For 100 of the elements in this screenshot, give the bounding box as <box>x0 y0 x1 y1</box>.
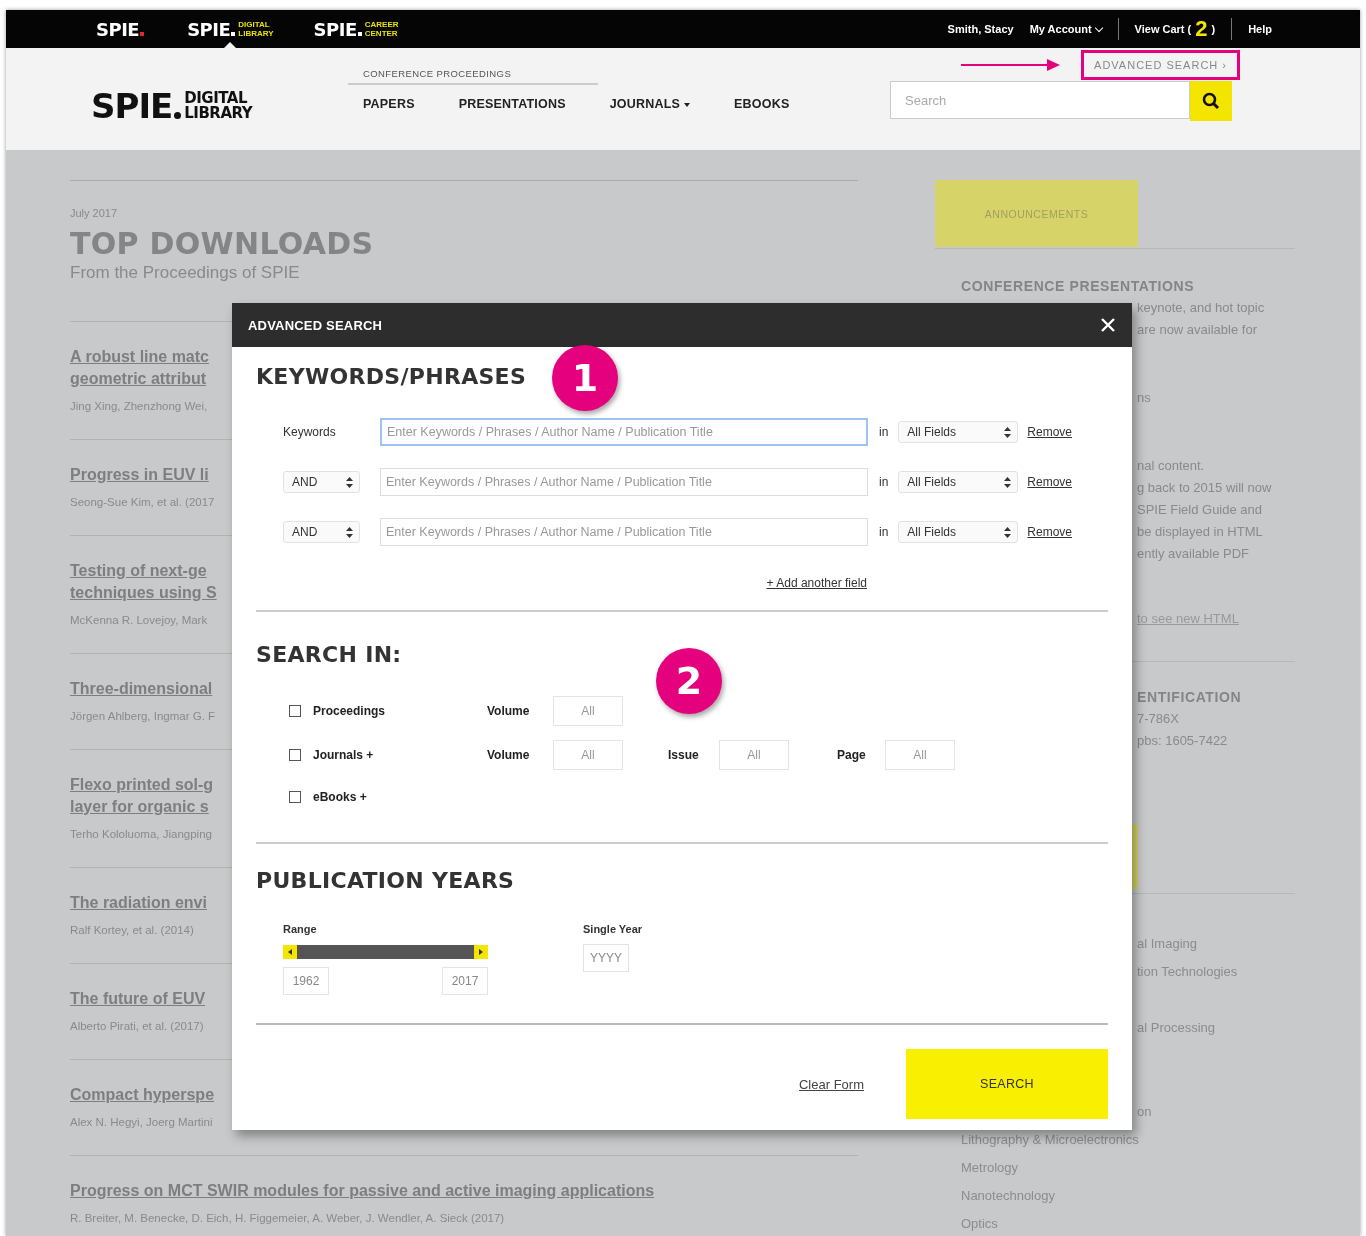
article-authors: Alberto Pirati, et al. (2017) <box>70 1019 204 1034</box>
article-title-link[interactable]: A robust line matc <box>70 346 209 368</box>
single-year-label: Single Year <box>583 922 643 936</box>
remove-link[interactable]: Remove <box>1027 475 1073 489</box>
search-field[interactable]: Search <box>890 81 1190 119</box>
number-field[interactable]: All <box>553 740 623 770</box>
operator-select[interactable]: AND <box>283 521 360 543</box>
topic-link[interactable]: tion Technologies <box>1137 958 1238 986</box>
sidebar-heading: CONFERENCE PRESENTATIONS <box>961 277 1195 296</box>
updown-icon <box>346 476 353 488</box>
date-label: July 2017 <box>70 206 119 221</box>
article-authors: Jing Xing, Zhenzhong Wei, <box>70 399 208 414</box>
article-authors: Alex N. Hegyi, Joerg Martini <box>70 1115 213 1130</box>
field-select[interactable]: All Fields <box>898 471 1019 493</box>
article-authors: Ralf Kortey, et al. (2014) <box>70 923 194 938</box>
operator-select[interactable]: AND <box>283 471 360 493</box>
add-field-link[interactable]: + Add another field <box>766 576 867 590</box>
slider-handle[interactable] <box>283 945 297 959</box>
article-title-link[interactable]: geometric attribut <box>70 368 206 390</box>
close-icon[interactable] <box>1100 317 1116 333</box>
field-select[interactable]: All Fields <box>898 521 1019 543</box>
keyword-field[interactable]: Enter Keywords / Phrases / Author Name / Publication Title <box>380 418 868 446</box>
updown-icon <box>1004 476 1012 488</box>
article-title-link[interactable]: Testing of next-ge <box>70 560 207 582</box>
checkbox[interactable] <box>289 705 301 717</box>
dialog-title: ADVANCED SEARCH <box>248 317 383 333</box>
article-authors: McKenna R. Lovejoy, Mark <box>70 613 208 628</box>
remove-link[interactable]: Remove <box>1027 425 1073 439</box>
banner-edge <box>1132 824 1138 889</box>
sidebar-text: nal content. <box>1137 457 1205 475</box>
number-field[interactable]: All <box>553 696 623 726</box>
article-title-link[interactable]: Three-dimensional <box>70 678 213 700</box>
range-label: Range <box>283 922 318 936</box>
advanced-search-link[interactable]: ADVANCED SEARCH › <box>1081 50 1240 80</box>
range-slider[interactable] <box>283 945 488 959</box>
search-button[interactable] <box>1190 81 1232 121</box>
checkbox[interactable] <box>289 749 301 761</box>
nav-link[interactable]: PAPERS <box>363 97 415 111</box>
year-to-field[interactable]: 2017 <box>442 967 488 995</box>
in-label: in <box>879 525 889 539</box>
sidebar-text: keynote, and hot topic <box>1137 299 1265 317</box>
article-title-link[interactable]: The future of EUV <box>70 988 206 1010</box>
field-label: Keywords <box>283 425 337 439</box>
topic-link[interactable]: Metrology <box>961 1154 1019 1182</box>
article-title-link[interactable]: The radiation envi <box>70 892 207 914</box>
article-title-link[interactable]: Progress on MCT SWIR modules for passive and active imaging applications <box>70 1180 655 1202</box>
sidebar-text: ns <box>1137 389 1151 407</box>
checkbox-label: eBooks + <box>313 790 367 804</box>
article-authors: Seong-Sue Kim, et al. (2017 <box>70 495 215 510</box>
article-title-link[interactable]: Progress in EUV li <box>70 464 209 486</box>
topic-link[interactable]: al Imaging <box>1137 930 1197 958</box>
sidebar-text: are now available for <box>1137 321 1257 339</box>
checkbox-label: Proceedings <box>313 704 386 718</box>
field-label: Volume <box>487 748 531 762</box>
site-logo-link[interactable]: SPIE <box>90 10 154 48</box>
slider-handle[interactable] <box>474 945 488 959</box>
number-field[interactable]: All <box>719 740 789 770</box>
topic-link[interactable]: al Processing <box>1137 1014 1216 1042</box>
nav-link[interactable]: EBOOKS <box>734 97 790 111</box>
sidebar-text: ently available PDF <box>1137 545 1249 563</box>
topic-link[interactable]: Nanotechnology <box>961 1182 1055 1210</box>
search-submit-button[interactable]: SEARCH <box>906 1049 1108 1119</box>
updown-icon <box>1004 426 1012 438</box>
keyword-field[interactable]: Enter Keywords / Phrases / Author Name / Publication Title <box>380 518 868 546</box>
help-link[interactable]: Help <box>1248 23 1272 35</box>
section-heading: PUBLICATION YEARS <box>256 868 515 894</box>
nav-group-label: CONFERENCE PROCEEDINGS <box>348 68 598 85</box>
checkbox-label: Journals + <box>313 748 374 762</box>
keyword-field[interactable]: Enter Keywords / Phrases / Author Name / Publication Title <box>380 468 868 496</box>
article-authors: Terho Kololuoma, Jiangping <box>70 827 212 842</box>
sidebar-text: 7-786X <box>1137 710 1179 728</box>
year-from-field[interactable]: 1962 <box>283 967 329 995</box>
article-title-link[interactable]: Compact hyperspe <box>70 1084 215 1106</box>
updown-icon <box>346 526 353 538</box>
topic-link[interactable]: Lithography & Microelectronics <box>961 1126 1139 1154</box>
article-authors: R. Breiter, M. Benecke, D. Eich, H. Figgemeier, A. Weber, J. Wendler, A. Sieck (2017) <box>70 1211 505 1226</box>
field-select[interactable]: All Fields <box>898 421 1019 443</box>
single-year-field[interactable]: YYYY <box>583 944 629 972</box>
in-label: in <box>879 475 889 489</box>
section-heading: KEYWORDS/PHRASES <box>256 364 527 390</box>
sidebar-text: g back to 2015 will now <box>1137 479 1272 497</box>
clear-form-link[interactable]: Clear Form <box>799 1076 864 1092</box>
sidebar-heading: ENTIFICATION <box>1137 688 1242 707</box>
article-title-link[interactable]: techniques using S <box>70 582 217 604</box>
topic-link[interactable]: Optics <box>961 1210 998 1236</box>
step-badge: 2 <box>656 648 722 714</box>
checkbox[interactable] <box>289 791 301 803</box>
number-field[interactable]: All <box>885 740 955 770</box>
user-name-link[interactable]: Smith, Stacy <box>947 23 1014 35</box>
nav-link[interactable]: PRESENTATIONS <box>458 97 566 111</box>
sidebar-text: be displayed in HTML <box>1137 523 1263 541</box>
article-title-link[interactable]: Flexo printed sol-g <box>70 774 214 796</box>
remove-link[interactable]: Remove <box>1027 525 1073 539</box>
sidebar-text: pbs: 1605-7422 <box>1137 732 1228 750</box>
field-label: Issue <box>668 748 700 762</box>
topic-link[interactable]: on <box>1137 1098 1152 1126</box>
account-menu[interactable]: My Account <box>1029 23 1102 35</box>
section-subtitle: From the Proceedings of SPIE <box>70 263 301 283</box>
article-title-link[interactable]: layer for organic s <box>70 796 209 818</box>
nav-link[interactable]: JOURNALS <box>609 97 691 111</box>
